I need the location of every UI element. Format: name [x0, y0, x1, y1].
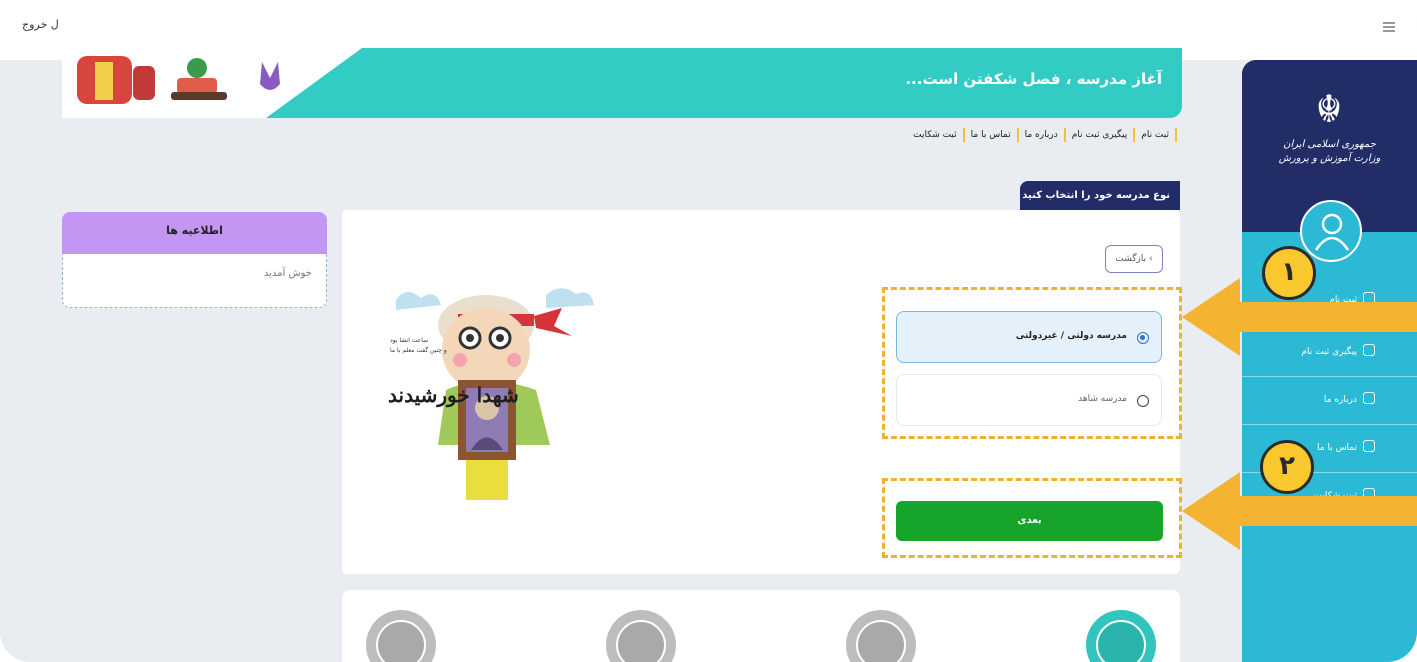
sidebar-item-about[interactable]: درباره ما	[1242, 376, 1417, 424]
back-label: بازگشت	[1115, 254, 1147, 264]
sidebar-item-label: تماس با ما	[1317, 443, 1357, 453]
link-divider	[1063, 128, 1066, 142]
sidebar: ☬ جمهوری اسلامی ایران وزارت آموزش و پرور…	[1242, 60, 1417, 662]
user-avatar[interactable]	[1300, 200, 1362, 262]
top-links: ثبت نام پیگیری ثبت نام درباره ما تماس با…	[913, 128, 1177, 142]
steps-card	[342, 590, 1180, 662]
step-marker-1: ۱	[1262, 246, 1316, 300]
highlight-next-box	[882, 478, 1182, 558]
logout-label: خروج	[22, 18, 48, 31]
back-button[interactable]: › بازگشت	[1105, 245, 1163, 273]
link-divider	[1133, 128, 1136, 142]
ministry-line-1: جمهوری اسلامی ایران	[1283, 139, 1376, 150]
sidebar-item-label: درباره ما	[1323, 395, 1357, 405]
link-contact[interactable]: تماس با ما	[971, 130, 1011, 140]
link-divider	[1016, 128, 1019, 142]
banner-title: آغاز مدرسه ، فصل شکفتن است...	[905, 70, 1162, 88]
caption-big: شهدا خورشیدند	[388, 383, 519, 408]
caption-small-1: ساعت انشا بود	[390, 337, 428, 344]
step-marker-2: ۲	[1260, 440, 1314, 494]
links-lead-divider	[1175, 128, 1177, 142]
caption-small-2: و چنین گفت معلم با ما	[390, 346, 447, 354]
banner-art-icon	[77, 56, 280, 104]
chevron-right-icon: ›	[1149, 254, 1153, 264]
header-banner: آغاز مدرسه ، فصل شکفتن است...	[62, 48, 1182, 118]
app-window: ل خروج آغاز مدرسه ، فصل شکفتن است... ثبت…	[0, 0, 1417, 662]
user-icon	[1314, 213, 1350, 251]
section-title: نوع مدرسه خود را انتخاب کنید	[1020, 181, 1180, 210]
message-icon	[1363, 392, 1375, 404]
link-about[interactable]: درباره ما	[1025, 130, 1058, 140]
link-tracking[interactable]: پیگیری ثبت نام	[1072, 130, 1128, 140]
hamburger-menu-icon[interactable]	[1383, 22, 1395, 32]
notices-header: اطلاعیه ها	[62, 212, 327, 254]
link-complaint[interactable]: ثبت شکایت	[913, 130, 957, 140]
iran-emblem-icon: ☬	[1315, 87, 1343, 131]
logout-icon: ل	[50, 18, 59, 31]
highlight-options-box	[882, 287, 1182, 439]
link-register[interactable]: ثبت نام	[1141, 130, 1169, 140]
martyrs-illustration: ساعت انشا بود و چنین گفت معلم با ما شهدا…	[386, 280, 600, 505]
ministry-logo-text: جمهوری اسلامی ایران وزارت آموزش و پرورش	[1262, 138, 1397, 166]
logout-button[interactable]: ل خروج	[22, 18, 59, 31]
phone-icon	[1363, 440, 1375, 452]
link-divider	[962, 128, 965, 142]
ministry-line-2: وزارت آموزش و پرورش	[1278, 153, 1381, 164]
notices-body: خوش آمدید	[62, 254, 327, 308]
